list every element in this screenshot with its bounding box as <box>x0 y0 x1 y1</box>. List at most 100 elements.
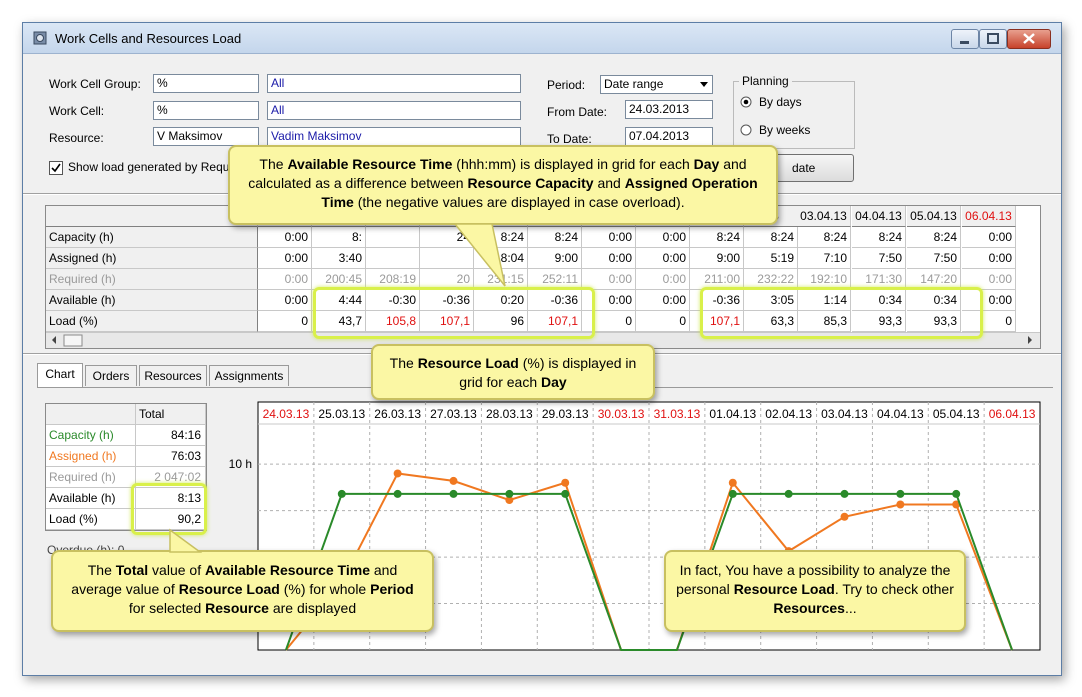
work-cell-name-input[interactable]: All <box>267 101 521 120</box>
grid-cell[interactable]: 5:19 <box>744 248 798 269</box>
work-cell-group-code-input[interactable]: % <box>153 74 259 93</box>
by-weeks-label: By weeks <box>759 123 811 137</box>
maximize-button[interactable] <box>979 29 1007 49</box>
maximize-icon <box>987 33 999 44</box>
grid-cell[interactable] <box>366 248 420 269</box>
scroll-left-icon <box>52 336 56 344</box>
totals-row-label: Available (h) <box>46 488 136 509</box>
resource-name-input[interactable]: Vadim Maksimov <box>267 127 521 146</box>
totals-highlight <box>131 483 207 535</box>
window-title: Work Cells and Resources Load <box>55 31 242 46</box>
work-cell-group-label: Work Cell Group: <box>49 77 141 91</box>
grid-cell[interactable]: 0 <box>636 311 690 332</box>
by-days-label: By days <box>759 95 802 109</box>
callout-available-time: The Available Resource Time (hhh:mm) is … <box>228 145 778 225</box>
period-label: Period: <box>547 78 586 92</box>
grid-cell[interactable]: 24 <box>420 227 474 248</box>
totals-row-label: Assigned (h) <box>46 446 136 467</box>
tab-assignments[interactable]: Assignments <box>209 365 289 386</box>
totals-row-label: Capacity (h) <box>46 425 136 446</box>
grid-column-header[interactable]: 05.04.13 <box>907 206 961 227</box>
tab-chart[interactable]: Chart <box>37 363 83 387</box>
available-load-highlight-1 <box>313 287 595 339</box>
grid-cell[interactable]: 8:24 <box>797 227 851 248</box>
grid-cell[interactable]: 9:00 <box>528 248 582 269</box>
planning-group <box>733 81 855 149</box>
grid-cell[interactable]: 0:00 <box>582 248 636 269</box>
period-select-value: Date range <box>604 77 664 91</box>
grid-cell[interactable]: 8:04 <box>474 248 528 269</box>
work-cell-group-name-input[interactable]: All <box>267 74 521 93</box>
totals-row-value: 76:03 <box>136 446 206 467</box>
grid-cell[interactable]: 8:24 <box>852 227 906 248</box>
period-select[interactable]: Date range <box>600 75 713 94</box>
totals-row-label: Load (%) <box>46 509 136 530</box>
tab-orders-label: Orders <box>92 369 130 383</box>
planning-legend: Planning <box>739 74 792 88</box>
grid-column-header[interactable]: 03.04.13 <box>797 206 851 227</box>
tab-resources[interactable]: Resources <box>139 365 207 386</box>
grid-cell[interactable]: 0 <box>258 311 312 332</box>
tab-chart-label: Chart <box>45 367 75 381</box>
grid-cell[interactable]: 8:24 <box>474 227 528 248</box>
grid-cell[interactable]: 0:00 <box>636 269 690 290</box>
available-load-highlight-2 <box>700 287 983 339</box>
app-icon <box>33 31 47 45</box>
totals-header: Total <box>136 404 206 425</box>
totals-row-label: Required (h) <box>46 467 136 488</box>
chevron-down-icon <box>700 82 708 87</box>
grid-cell[interactable]: 0:00 <box>636 248 690 269</box>
scroll-right-icon <box>1028 336 1032 344</box>
title-bar: Work Cells and Resources Load <box>23 23 1061 54</box>
grid-column-header[interactable]: 04.04.13 <box>852 206 906 227</box>
grid-cell[interactable]: 0:00 <box>258 290 312 311</box>
grid-cell[interactable]: 8: <box>312 227 366 248</box>
totals-corner <box>46 404 136 425</box>
callout-resource-load: The Resource Load (%) is displayed in gr… <box>371 344 655 400</box>
grid-corner <box>46 206 258 227</box>
callout-in-fact: In fact, You have a possibility to analy… <box>664 550 966 632</box>
grid-cell[interactable]: 0:00 <box>582 227 636 248</box>
show-load-label: Show load generated by Requ <box>68 160 230 174</box>
grid-cell[interactable]: 0:00 <box>258 248 312 269</box>
grid-cell[interactable]: 8:24 <box>744 227 798 248</box>
callout-total-value: The Total value of Available Resource Ti… <box>51 550 434 632</box>
grid-cell[interactable]: 8:24 <box>528 227 582 248</box>
grid-cell[interactable]: 0:00 <box>636 227 690 248</box>
grid-column-header[interactable]: 06.04.13 <box>962 206 1016 227</box>
show-load-checkbox[interactable] <box>49 161 63 175</box>
work-cell-label: Work Cell: <box>49 104 105 118</box>
tab-orders[interactable]: Orders <box>85 365 137 386</box>
grid-cell[interactable] <box>420 248 474 269</box>
grid-cell[interactable]: 7:50 <box>852 248 906 269</box>
grid-cell[interactable]: 7:50 <box>907 248 961 269</box>
minimize-icon <box>960 41 969 44</box>
work-cell-code-input[interactable]: % <box>153 101 259 120</box>
grid-row-header: Required (h) <box>46 269 258 290</box>
grid-cell[interactable]: 3:40 <box>312 248 366 269</box>
grid-cell[interactable]: 7:10 <box>797 248 851 269</box>
checkmark-icon <box>51 163 61 173</box>
from-date-input[interactable]: 24.03.2013 <box>625 100 713 119</box>
close-button[interactable] <box>1007 29 1051 49</box>
to-date-input[interactable]: 07.04.2013 <box>625 127 713 146</box>
grid-cell[interactable]: 0:00 <box>962 248 1016 269</box>
resource-code-input[interactable]: V Maksimov <box>153 127 259 146</box>
from-date-label: From Date: <box>547 105 608 119</box>
tab-assignments-label: Assignments <box>214 369 284 383</box>
grid-cell[interactable] <box>366 227 420 248</box>
grid-cell[interactable]: 8:24 <box>690 227 744 248</box>
grid-cell[interactable]: 9:00 <box>690 248 744 269</box>
grid-cell[interactable]: 0:00 <box>636 290 690 311</box>
minimize-button[interactable] <box>951 29 979 49</box>
by-days-radio[interactable] <box>740 96 752 108</box>
grid-row-header: Capacity (h) <box>46 227 258 248</box>
totals-row-value: 84:16 <box>136 425 206 446</box>
grid-cell[interactable]: 0:00 <box>962 227 1016 248</box>
grid-cell[interactable]: 0:00 <box>258 227 312 248</box>
by-weeks-radio[interactable] <box>740 124 752 136</box>
update-button-label: date <box>792 161 816 175</box>
grid-cell[interactable]: 8:24 <box>907 227 961 248</box>
tab-resources-label: Resources <box>144 369 202 383</box>
grid-cell[interactable]: 0:00 <box>258 269 312 290</box>
